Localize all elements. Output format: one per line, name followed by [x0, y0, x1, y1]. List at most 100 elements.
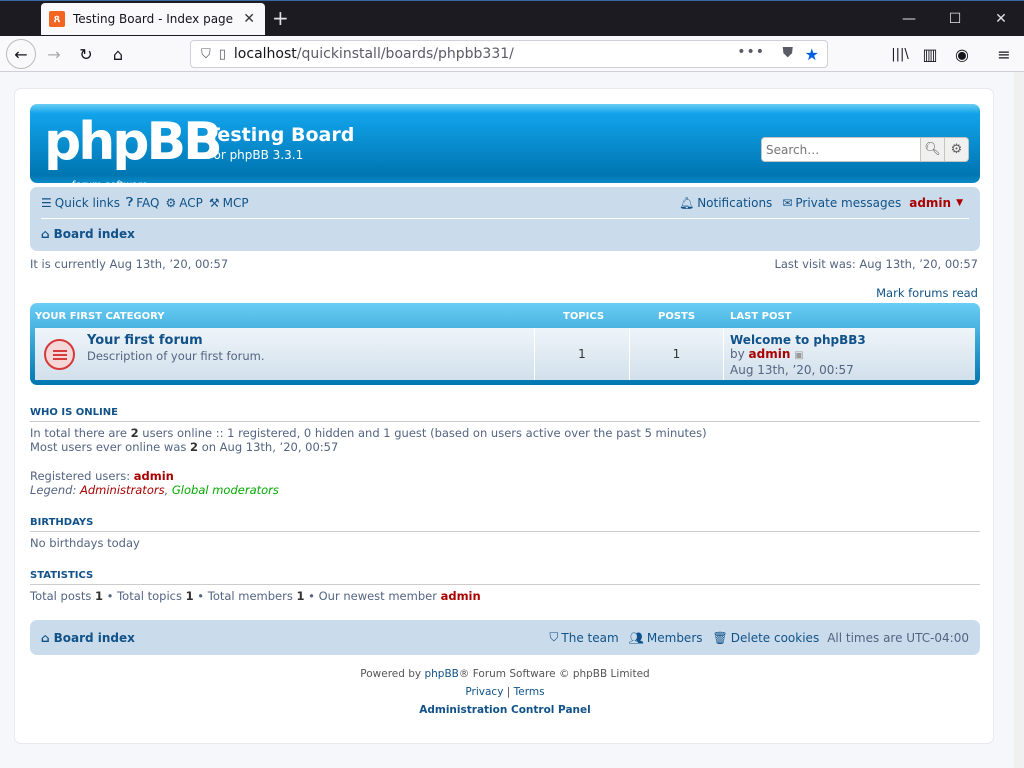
- last-visit: Last visit was: Aug 13th, ’20, 00:57: [774, 257, 978, 271]
- footer-nav: ⌂ Board index ⛉ The team 👥︎ Members 🗑︎ Delet…: [30, 620, 980, 655]
- site-name: Testing Board: [207, 124, 355, 146]
- maximize-icon[interactable]: ☐: [932, 1, 978, 37]
- last-post-title-link[interactable]: Welcome to phpBB3: [730, 333, 866, 347]
- url-host: localhost: [233, 46, 297, 62]
- mcp-link[interactable]: ⚒ MCP: [209, 196, 249, 210]
- bookmark-star-icon[interactable]: ★: [805, 45, 819, 64]
- close-tab-icon[interactable]: ✕: [243, 11, 255, 27]
- legend-separator: ,: [164, 483, 172, 497]
- search-icon[interactable]: 🔍︎: [920, 138, 944, 161]
- quick-links-menu[interactable]: ☰ Quick links: [41, 196, 120, 210]
- home-icon[interactable]: ⌂: [104, 40, 132, 68]
- category-header: Your first category Topics Posts Last po…: [30, 303, 980, 328]
- url-bar[interactable]: ⛉ ▯ localhost /quickinstall/boards/phpbb…: [190, 40, 828, 68]
- terms-link[interactable]: Terms: [514, 686, 545, 698]
- account-icon[interactable]: ◉: [948, 40, 976, 68]
- statistics-heading: Statistics: [30, 570, 980, 585]
- online-record: Most users ever online was 2 on Aug 13th…: [30, 440, 338, 454]
- total-members-label: • Total members: [193, 589, 297, 603]
- phpbb-logo[interactable]: phpBB forum software: [44, 116, 223, 191]
- browser-tab[interactable]: ጸ Testing Board - Index page ✕: [41, 3, 265, 35]
- online-total: In total there are 2 users online :: 1 r…: [30, 426, 707, 440]
- advanced-search-gear-icon[interactable]: ⚙: [944, 138, 968, 161]
- page-actions-icon[interactable]: •••: [737, 44, 765, 60]
- administration-control-panel-link[interactable]: Administration Control Panel: [419, 704, 591, 716]
- the-team-link[interactable]: ⛉ The team: [549, 630, 618, 645]
- forum-read-icon: [44, 339, 75, 370]
- shield-icon[interactable]: ⛉: [201, 47, 211, 62]
- delete-cookies-label: Delete cookies: [730, 630, 820, 645]
- forward-icon[interactable]: →: [40, 40, 68, 68]
- registered-users-label: Registered users:: [30, 469, 134, 483]
- new-tab-icon[interactable]: +: [272, 6, 289, 30]
- online-record-prefix: Most users ever online was: [30, 440, 191, 454]
- birthdays-heading: Birthdays: [30, 517, 980, 532]
- total-topics-value: 1: [185, 589, 194, 603]
- last-post-user-link[interactable]: admin: [749, 347, 791, 361]
- pocket-icon[interactable]: ⛊: [783, 45, 794, 61]
- reload-icon[interactable]: ↻: [72, 40, 100, 68]
- forum-topics-count: 1: [534, 328, 629, 380]
- birthdays-text: No birthdays today: [30, 536, 140, 550]
- newest-member-link[interactable]: admin: [441, 589, 481, 603]
- forum-posts-count: 1: [629, 328, 724, 380]
- forum-title-link[interactable]: Your first forum: [87, 333, 203, 348]
- last-post-time: Aug 13th, ’20, 00:57: [730, 363, 854, 377]
- xampp-favicon-icon: ጸ: [49, 11, 65, 27]
- acp-label: ACP: [179, 195, 203, 210]
- total-topics-label: • Total topics: [103, 589, 186, 603]
- url-path: /quickinstall/boards/phpbb331/: [296, 46, 514, 62]
- back-icon[interactable]: ←: [6, 39, 36, 69]
- online-total-count: 2: [130, 426, 139, 440]
- category-name[interactable]: Your first category: [35, 311, 165, 322]
- sidebar-icon[interactable]: ▥: [916, 40, 944, 68]
- col-topics: Topics: [563, 311, 605, 322]
- footer-board-index-link[interactable]: ⌂ Board index: [41, 631, 135, 645]
- user-menu[interactable]: admin ▼: [909, 196, 963, 210]
- total-posts-value: 1: [95, 589, 104, 603]
- gavel-icon: ⚒: [208, 195, 220, 210]
- home-icon: ⌂: [41, 227, 50, 241]
- who-is-online-heading[interactable]: Who is online: [30, 407, 980, 422]
- window-close-icon[interactable]: ✕: [978, 1, 1024, 37]
- last-post-by: by: [730, 347, 745, 361]
- delete-cookies-link[interactable]: 🗑︎ Delete cookies: [713, 631, 820, 645]
- page-scrollbar[interactable]: [1014, 72, 1024, 768]
- view-latest-post-icon[interactable]: ▣: [794, 350, 803, 361]
- footer-board-index-label: Board index: [53, 630, 135, 645]
- policy-links: Privacy | Terms: [465, 686, 545, 698]
- total-members-value: 1: [296, 589, 305, 603]
- registered-users: Registered users: admin: [30, 469, 174, 483]
- registered-user-link[interactable]: admin: [134, 469, 174, 483]
- members-label: Members: [646, 630, 703, 645]
- page-info-icon[interactable]: ▯: [219, 47, 226, 62]
- mark-forums-read-link[interactable]: Mark forums read: [876, 286, 978, 300]
- caret-down-icon: ▼: [956, 197, 963, 208]
- private-messages-link[interactable]: ✉ Private messages: [782, 196, 901, 210]
- acp-link[interactable]: ⚙ ACP: [165, 196, 202, 210]
- group-icon: 👥︎: [628, 630, 644, 645]
- notifications-link[interactable]: 🔔︎ Notifications: [679, 196, 772, 210]
- online-total-suffix: users online :: 1 registered, 0 hidden a…: [138, 426, 707, 440]
- forum-page: phpBB forum software Testing Board For p…: [14, 88, 994, 744]
- privacy-link[interactable]: Privacy: [465, 686, 503, 698]
- powered-by: Powered by phpBB® Forum Software © phpBB…: [15, 668, 995, 680]
- library-icon[interactable]: |||\: [886, 40, 914, 68]
- breadcrumb-board-index[interactable]: ⌂ Board index: [41, 223, 135, 245]
- phpbb-link[interactable]: phpBB: [424, 668, 458, 680]
- browser-tabbar: ጸ Testing Board - Index page ✕ + — ☐ ✕: [0, 0, 1024, 36]
- legend-administrators-link[interactable]: Administrators: [80, 483, 165, 497]
- col-last-post: Last post: [730, 311, 792, 322]
- members-link[interactable]: 👥︎ Members: [629, 631, 703, 645]
- search-input[interactable]: [762, 138, 920, 161]
- menu-icon[interactable]: ≡: [990, 40, 1018, 68]
- legend-label: Legend:: [30, 483, 80, 497]
- powered-by-prefix: Powered by: [360, 668, 425, 680]
- minimize-icon[interactable]: —: [886, 1, 932, 37]
- bars-icon: ☰: [41, 195, 52, 210]
- faq-link[interactable]: ❓︎ FAQ: [126, 195, 159, 210]
- search-box: 🔍︎ ⚙: [761, 137, 969, 162]
- acp-footer-link-wrap: Administration Control Panel: [15, 704, 995, 716]
- mcp-label: MCP: [222, 195, 249, 210]
- forum-row: Your first forum Description of your fir…: [35, 328, 975, 380]
